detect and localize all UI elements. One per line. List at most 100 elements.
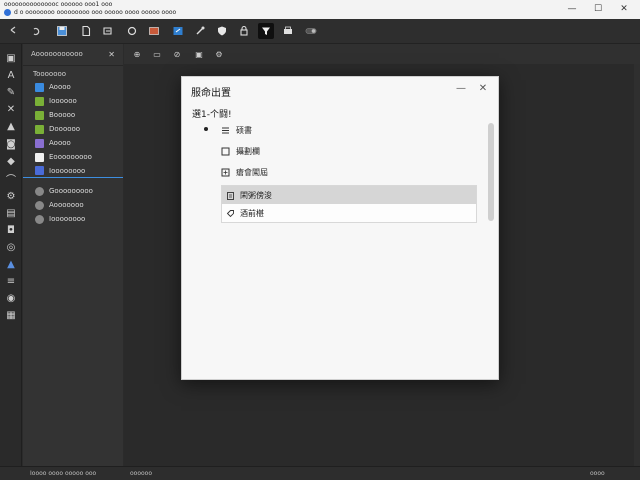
layer-color-icon <box>35 152 44 162</box>
option-label: 攝劃欄 <box>236 146 260 156</box>
sidebar-item[interactable]: Booooo <box>23 108 123 122</box>
plus-box-icon <box>221 168 230 176</box>
sidebar-item[interactable]: Aoooo <box>23 136 123 150</box>
sidebar-item-label: Doooooo <box>49 125 81 133</box>
node-icon[interactable]: ✕ <box>4 103 18 115</box>
mountain-icon[interactable]: ▲ <box>4 258 18 270</box>
sidebar-close-button[interactable]: ✕ <box>108 50 115 59</box>
minimize-window-button[interactable]: — <box>564 2 580 16</box>
image-icon <box>149 27 159 35</box>
dialog-scrollbar[interactable] <box>488 123 494 221</box>
comment-tool-button[interactable]: ▭ <box>150 47 164 61</box>
menu-bar[interactable]: d o oooooooo ooooooooo ooo ooooo oooo oo… <box>14 9 176 16</box>
dialog-close-button[interactable]: ✕ <box>476 82 490 96</box>
grid-icon[interactable]: ▦ <box>4 309 18 321</box>
list-item[interactable]: 酒前椹 <box>222 204 476 222</box>
text-icon[interactable]: A <box>4 69 18 81</box>
shield-button[interactable] <box>214 23 230 39</box>
sidebar-item[interactable]: Eooooooooo <box>23 150 123 164</box>
new-file-button[interactable] <box>78 23 94 39</box>
sidebar-item[interactable]: Doooooo <box>23 122 123 136</box>
sidebar-sub-item-label: Gooooooooo <box>49 187 93 195</box>
link-icon <box>196 26 205 35</box>
option-label: 硕書 <box>236 125 252 135</box>
dialog-minimize-button[interactable]: — <box>454 82 468 96</box>
triangle-icon[interactable]: ▲ <box>4 120 18 132</box>
option-item[interactable]: 攝劃欄 <box>221 142 260 160</box>
zoom-tool-button[interactable]: ⊘ <box>170 47 184 61</box>
list-item-selected[interactable]: 閑粥傍浚 <box>222 186 476 204</box>
sidebar-header: Aooooooooooo ✕ <box>23 44 123 66</box>
settings-tool-button[interactable]: ⚙ <box>212 47 226 61</box>
brush-icon[interactable]: ✎ <box>4 86 18 98</box>
save-icon <box>57 26 67 36</box>
maximize-window-button[interactable]: ☐ <box>590 2 606 16</box>
clipboard-icon <box>227 191 234 200</box>
bullet-icon <box>204 127 208 131</box>
option-item[interactable]: 瘡會闖屆 <box>221 163 268 181</box>
eye-icon[interactable]: ◉ <box>4 292 18 304</box>
link-button[interactable] <box>192 23 208 39</box>
gear-icon[interactable]: ⚙ <box>4 190 18 202</box>
lock-button[interactable] <box>236 23 252 39</box>
sidebar-item[interactable]: Ioooooo <box>23 94 123 108</box>
sidebar-item-label: Ioooooo <box>49 97 77 105</box>
sidebar-sub-item[interactable]: Ioooooooo <box>23 212 123 226</box>
layer-color-icon <box>35 138 44 148</box>
sub-item-icon <box>35 200 44 210</box>
redo-button[interactable] <box>28 23 44 39</box>
option-item[interactable]: 硕書 <box>221 121 252 139</box>
layer-color-icon <box>35 82 44 92</box>
print-button[interactable] <box>280 23 296 39</box>
sidebar-item-label: Aoooo <box>49 83 71 91</box>
list-icon[interactable]: ≡ <box>4 275 18 287</box>
dialog-title: 服命出置 <box>191 88 231 99</box>
sidebar-item[interactable]: Aoooo <box>23 80 123 94</box>
camera-icon[interactable]: ◘ <box>4 224 18 236</box>
list-item-label: 酒前椹 <box>240 208 264 218</box>
undo-button[interactable] <box>6 23 22 39</box>
move-tool-button[interactable]: ⊕ <box>130 47 144 61</box>
vertical-scrollbar[interactable] <box>634 64 640 466</box>
canvas-tab-bar: ⊕ ▭ ⊘ ▣ ⚙ <box>124 44 640 64</box>
curve-icon[interactable]: ⌒ <box>4 172 18 186</box>
refresh-icon <box>127 26 137 36</box>
toggle-button[interactable] <box>302 23 320 39</box>
redo-icon <box>33 27 40 36</box>
layers-tool-button[interactable]: ▣ <box>192 47 206 61</box>
shape-icon[interactable]: ◆ <box>4 155 18 167</box>
square-icon <box>221 147 230 155</box>
open-button[interactable] <box>100 23 116 39</box>
status-bar: Ioooo oooo ooooo ooo oooooo oooo <box>0 466 640 480</box>
sidebar-sub-item-label: Aooooooo <box>49 201 84 209</box>
layers-icon[interactable]: ▤ <box>4 207 18 219</box>
filter-button[interactable] <box>258 23 274 39</box>
sidebar-item-label: Booooo <box>49 111 76 119</box>
list-item-label: 閑粥傍浚 <box>240 190 272 200</box>
toolbar <box>0 19 640 44</box>
activity-rail: ▣ A ✎ ✕ ▲ ◙ ◆ ⌒ ⚙ ▤ ◘ ◎ ▲ ≡ ◉ ▦ <box>0 44 22 466</box>
sidebar-item-selected[interactable]: Ioooooooo <box>23 164 123 178</box>
lock-icon <box>240 25 248 36</box>
sidebar-sub-item[interactable]: Aooooooo <box>23 198 123 212</box>
stack-icon <box>222 127 229 133</box>
file-icon <box>82 25 91 37</box>
dialog-list: 閑粥傍浚 酒前椹 <box>221 185 477 223</box>
status-text: Ioooo oooo ooooo ooo <box>30 470 97 477</box>
sidebar-sub-item[interactable]: Gooooooooo <box>23 184 123 198</box>
export-button[interactable] <box>170 23 186 39</box>
explorer-icon[interactable]: ▣ <box>4 52 18 64</box>
zoom-icon[interactable]: ◎ <box>4 241 18 253</box>
bag-icon[interactable]: ◙ <box>4 138 18 150</box>
layer-color-icon <box>35 96 44 106</box>
filter-icon <box>262 27 270 35</box>
export-icon <box>173 27 183 35</box>
refresh-button[interactable] <box>124 23 140 39</box>
sub-item-icon <box>35 186 44 196</box>
window-title: ooooooooooooooc oooooo ooo1 ooo <box>4 1 113 8</box>
title-bar: ooooooooooooooc oooooo ooo1 ooo d o oooo… <box>0 0 640 19</box>
shield-icon <box>218 26 226 36</box>
image-button[interactable] <box>146 23 162 39</box>
close-window-button[interactable]: ✕ <box>616 2 632 16</box>
save-button[interactable] <box>54 23 70 39</box>
